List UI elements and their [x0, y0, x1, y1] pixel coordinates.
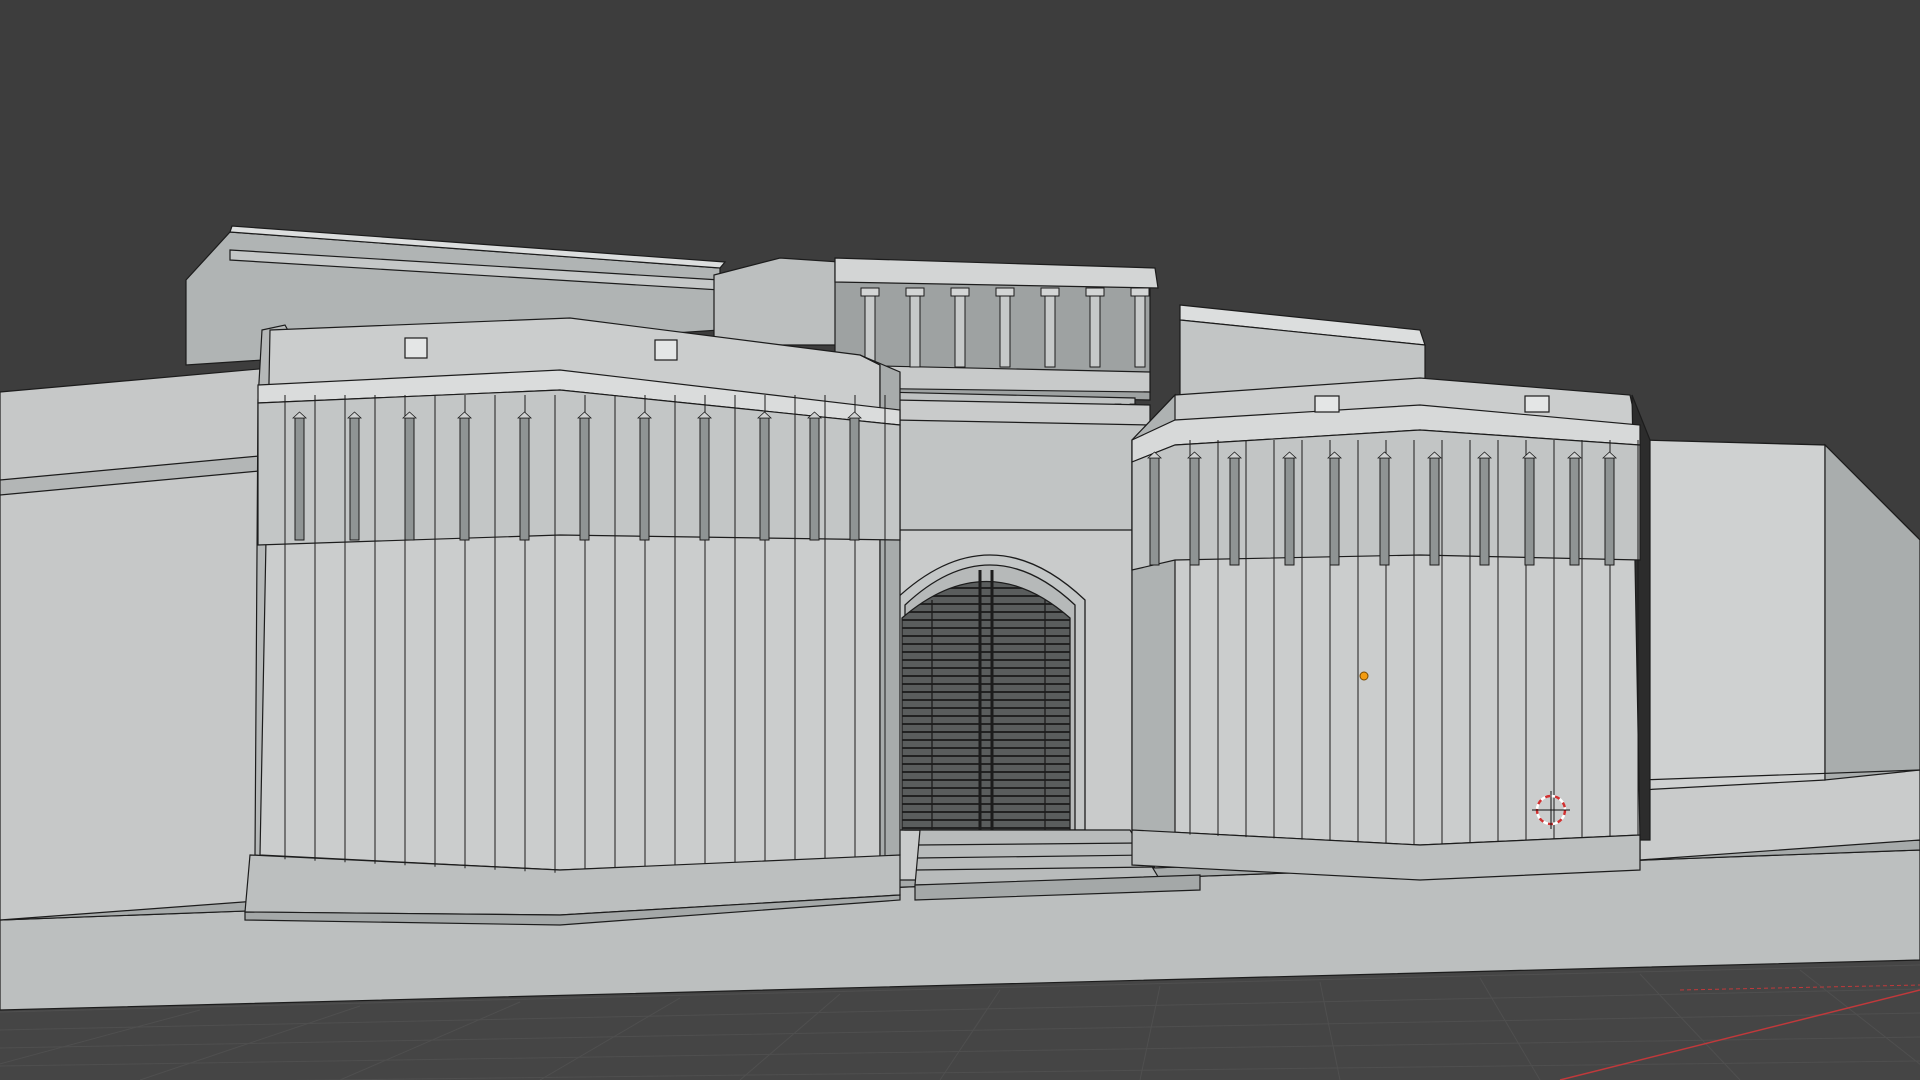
object-origin-point[interactable]: [1359, 671, 1369, 681]
left-boundary-wall: [0, 367, 271, 921]
3d-viewport[interactable]: [0, 0, 1920, 1080]
left-bastion-tower: [244, 317, 901, 926]
right-boundary-wall: [1639, 439, 1920, 861]
right-bastion-tower: [1131, 377, 1651, 881]
main-gate-arch: [894, 554, 1086, 831]
gate-model-scene[interactable]: [0, 0, 1920, 1080]
